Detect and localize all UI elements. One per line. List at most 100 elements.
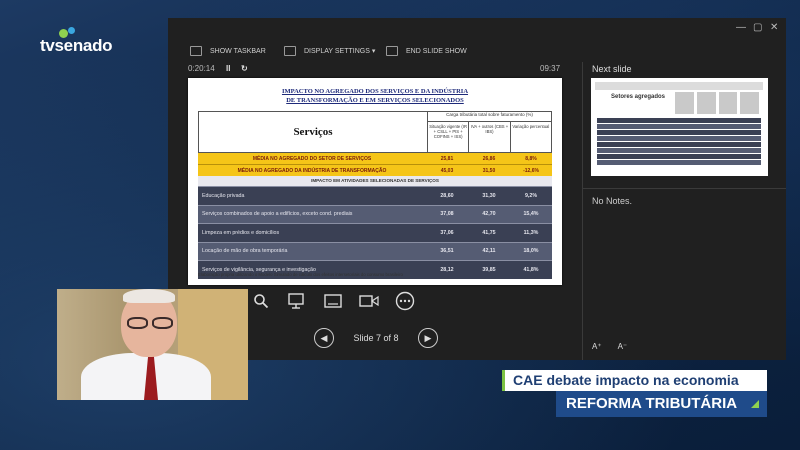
thumb-row xyxy=(597,142,761,147)
row-label: Locação de mão de obra temporária xyxy=(202,248,288,255)
camera-toggle-icon[interactable] xyxy=(358,290,380,312)
thumb-row xyxy=(597,154,761,159)
logo-dot-green xyxy=(59,29,68,38)
cell-value: 41,8% xyxy=(523,266,539,273)
increase-font-button[interactable]: A⁺ xyxy=(592,342,602,351)
pen-laser-icon[interactable] xyxy=(286,290,308,312)
row-label: Limpeza em prédios e domicílios xyxy=(202,229,280,236)
thumb-row xyxy=(597,160,761,165)
elapsed-timer: 0:20:14 xyxy=(188,64,215,73)
headline-accent xyxy=(502,370,505,391)
cell-value: 8,8% xyxy=(525,155,537,162)
col-header-iva: IVA + outros (CBS + IBS) xyxy=(468,122,509,152)
impact-table: Serviços Carga tributária total sobre fa… xyxy=(198,111,552,279)
next-slide-thumbnail[interactable]: Setores agregados xyxy=(591,78,768,176)
more-options-icon[interactable] xyxy=(394,290,416,312)
table-row: Locação de mão de obra temporária 36,51 … xyxy=(198,241,552,260)
cell-value: 36,51 xyxy=(440,248,454,255)
minimize-icon[interactable]: — xyxy=(736,22,746,33)
cell-value: 9,2% xyxy=(524,192,538,199)
panel-divider[interactable] xyxy=(582,62,583,360)
display-settings-label: DISPLAY SETTINGS ▾ xyxy=(304,48,376,55)
headline-text: CAE debate impacto na economia xyxy=(513,372,739,388)
cell-value: 41,75 xyxy=(482,229,496,236)
thumb-row xyxy=(597,124,761,129)
table-row: Limpeza em prédios e domicílios 37,06 41… xyxy=(198,223,552,242)
row-label: Educação privada xyxy=(202,192,245,199)
speaker-notes[interactable]: No Notes. xyxy=(592,196,632,206)
cell-value: 28,60 xyxy=(440,192,454,199)
table-row: Educação privada 28,60 31,30 9,2% xyxy=(198,186,552,205)
notes-divider xyxy=(582,188,786,189)
speaker-hair xyxy=(123,289,175,303)
table-row-highlight: MÉDIA NO AGREGADO DA INDÚSTRIA DE TRANSF… xyxy=(198,164,552,176)
cell-value: 31,50 xyxy=(482,167,496,174)
row-label: MÉDIA NO AGREGADO DA INDÚSTRIA DE TRANSF… xyxy=(237,167,387,174)
slide-title-line2: DE TRANSFORMAÇÃO E EM SERVIÇOS SELECIONA… xyxy=(286,97,464,104)
cell-value: 42,70 xyxy=(482,211,496,218)
slide-title-line1: IMPACTO NO AGREGADO DOS SERVIÇOS E DA IN… xyxy=(281,88,469,95)
thumb-header xyxy=(595,82,763,90)
show-taskbar-label: SHOW TASKBAR xyxy=(210,47,266,55)
cell-value: 31,30 xyxy=(482,192,496,199)
maximize-icon[interactable]: ▢ xyxy=(753,22,762,33)
slide-footnote: Elaboração própria utilizando o Modelo S… xyxy=(198,272,403,277)
corner-accent-icon xyxy=(751,400,759,408)
col-header-current: Situação vigente (IR + CSLL + PIS + COFI… xyxy=(429,124,468,139)
thumb-row xyxy=(597,130,761,135)
taskbar-icon xyxy=(190,46,202,56)
zoom-icon[interactable] xyxy=(250,290,272,312)
thumb-row xyxy=(597,118,761,123)
services-header: Serviços xyxy=(199,112,428,152)
close-icon[interactable]: ✕ xyxy=(770,22,778,33)
logo-text: tvsenado xyxy=(40,36,113,55)
cell-value: 15,4% xyxy=(523,211,539,218)
row-label: Serviços combinados de apoio a edifícios… xyxy=(202,211,353,218)
cell-value: -12,6% xyxy=(523,167,539,174)
thumb-columns xyxy=(675,92,759,114)
cell-value: 39,85 xyxy=(482,266,496,273)
thumb-row xyxy=(597,148,761,153)
table-row: Serviços combinados de apoio a edifícios… xyxy=(198,204,552,223)
end-slide-show-label: END SLIDE SHOW xyxy=(406,47,467,55)
cell-value: 25,81 xyxy=(440,155,454,162)
see-all-slides-icon[interactable] xyxy=(322,290,344,312)
next-slide-button[interactable]: ▶ xyxy=(418,328,438,348)
current-slide: IMPACTO NO AGREGADO DOS SERVIÇOS E DA IN… xyxy=(188,78,562,285)
pause-timer-button[interactable]: II xyxy=(226,64,230,73)
tv-senado-logo: tvsenado xyxy=(40,27,113,56)
cell-value: 37,08 xyxy=(440,211,454,218)
decrease-font-button[interactable]: A⁻ xyxy=(618,342,628,351)
cell-value: 37,06 xyxy=(440,229,454,236)
speaker-camera-feed xyxy=(57,289,248,400)
cell-value: 28,12 xyxy=(440,266,454,273)
display-settings-button[interactable]: DISPLAY SETTINGS ▾ xyxy=(284,46,375,56)
speaker-glasses xyxy=(127,317,173,329)
end-show-icon xyxy=(386,46,398,56)
notes-font-controls: A⁺ A⁻ xyxy=(592,342,627,351)
cell-value: 42,11 xyxy=(482,248,496,255)
lower-third-topic: REFORMA TRIBUTÁRIA xyxy=(556,391,767,417)
table-row-highlight: MÉDIA NO AGREGADO DO SETOR DE SERVIÇOS 2… xyxy=(198,153,552,164)
reset-timer-button[interactable]: ↻ xyxy=(241,64,248,73)
lower-third-headline: CAE debate impacto na economia xyxy=(502,370,767,391)
end-slide-show-button[interactable]: END SLIDE SHOW xyxy=(386,46,467,56)
display-settings-icon xyxy=(284,46,296,56)
thumb-row xyxy=(597,136,761,141)
topic-text: REFORMA TRIBUTÁRIA xyxy=(566,395,738,412)
current-time: 09:37 xyxy=(540,64,561,73)
slide-counter[interactable]: Slide 7 of 8 xyxy=(342,333,410,343)
group-header: Carga tributária total sobre faturamento… xyxy=(428,112,551,122)
thumb-title: Setores agregados xyxy=(611,94,666,100)
show-taskbar-button[interactable]: SHOW TASKBAR xyxy=(190,46,266,56)
logo-dot-blue xyxy=(68,27,75,34)
presenter-view-window: — ▢ ✕ SHOW TASKBAR DISPLAY SETTINGS ▾ EN… xyxy=(168,18,786,360)
section-header: IMPACTO EM ATIVIDADES SELECIONADAS DE SE… xyxy=(198,176,552,186)
cell-value: 11,3% xyxy=(523,229,539,236)
slide-navigation: ◀ Slide 7 of 8 ▶ xyxy=(314,328,438,348)
presenter-toolbar: SHOW TASKBAR DISPLAY SETTINGS ▾ END SLID… xyxy=(168,36,786,66)
table-header: Serviços Carga tributária total sobre fa… xyxy=(198,111,552,153)
previous-slide-button[interactable]: ◀ xyxy=(314,328,334,348)
next-slide-label: Next slide xyxy=(592,64,632,74)
row-label: MÉDIA NO AGREGADO DO SETOR DE SERVIÇOS xyxy=(252,155,372,162)
